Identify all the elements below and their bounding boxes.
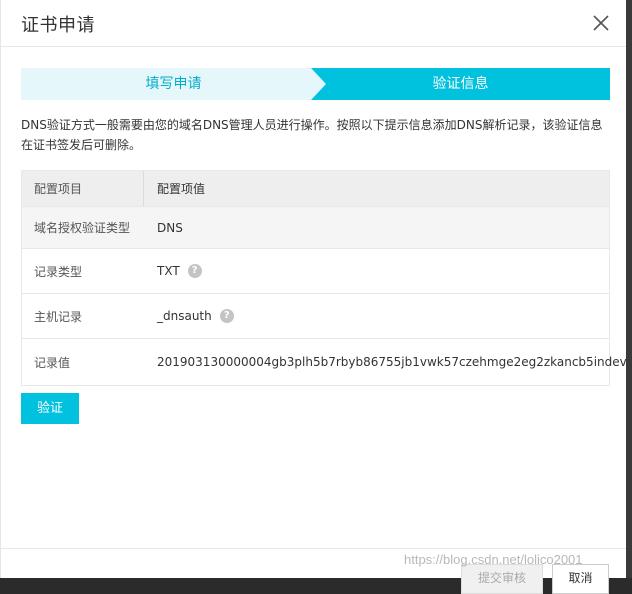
row-key: 主机记录 bbox=[34, 309, 83, 324]
row-key: 记录值 bbox=[34, 355, 71, 370]
header-config-item: 配置项目 bbox=[22, 171, 144, 206]
submit-review-button[interactable]: 提交审核 bbox=[461, 564, 543, 594]
row-value: DNS bbox=[144, 207, 609, 248]
row-value: _dnsauth? bbox=[144, 294, 609, 338]
table-row: 主机记录 _dnsauth? bbox=[22, 294, 609, 339]
row-value: 201903130000004gb3plh5b7rbyb86755jb1vwk5… bbox=[144, 339, 627, 385]
value-text: _dnsauth bbox=[157, 309, 212, 323]
table-header-row: 配置项目 配置项值 bbox=[22, 171, 609, 207]
help-icon[interactable]: ? bbox=[219, 309, 234, 323]
verify-button[interactable]: 验证 bbox=[21, 393, 79, 424]
table-row: 域名授权验证类型 DNS bbox=[22, 207, 609, 249]
value-text[interactable]: 201903130000004gb3plh5b7rbyb86755jb1vwk5… bbox=[157, 355, 627, 369]
close-icon[interactable] bbox=[590, 12, 612, 34]
dialog-header: 证书申请 bbox=[1, 0, 627, 47]
dialog-footer: 提交审核 取消 bbox=[1, 548, 627, 594]
dns-description: DNS验证方式一般需要由您的域名DNS管理人员进行操作。按照以下提示信息添加DN… bbox=[21, 118, 603, 152]
dialog-title: 证书申请 bbox=[21, 15, 95, 36]
background-strip bbox=[626, 0, 632, 578]
row-key: 域名授权验证类型 bbox=[34, 221, 131, 235]
value-text: DNS bbox=[157, 220, 183, 235]
certificate-dialog: 证书申请 填写申请 验证信息 DNS验证方式一般需要由您的域名DNS管理人员进行… bbox=[0, 0, 627, 594]
table-row: 记录类型 TXT? bbox=[22, 249, 609, 294]
value-text: TXT bbox=[157, 264, 180, 278]
step-verify-info: 验证信息 bbox=[432, 76, 489, 92]
row-value: TXT? bbox=[144, 249, 609, 293]
help-icon[interactable]: ? bbox=[187, 264, 202, 278]
step-fill-application: 填写申请 bbox=[145, 76, 202, 92]
cancel-button[interactable]: 取消 bbox=[552, 564, 609, 594]
header-config-value: 配置项值 bbox=[157, 182, 206, 196]
row-key: 记录类型 bbox=[34, 264, 83, 279]
dns-config-table: 配置项目 配置项值 域名授权验证类型 DNS 记录类型 TXT? 主机记录 _d… bbox=[21, 170, 627, 386]
table-row: 记录值 201903130000004gb3plh5b7rbyb86755jb1… bbox=[22, 339, 627, 385]
step-indicator: 填写申请 验证信息 bbox=[21, 68, 610, 100]
